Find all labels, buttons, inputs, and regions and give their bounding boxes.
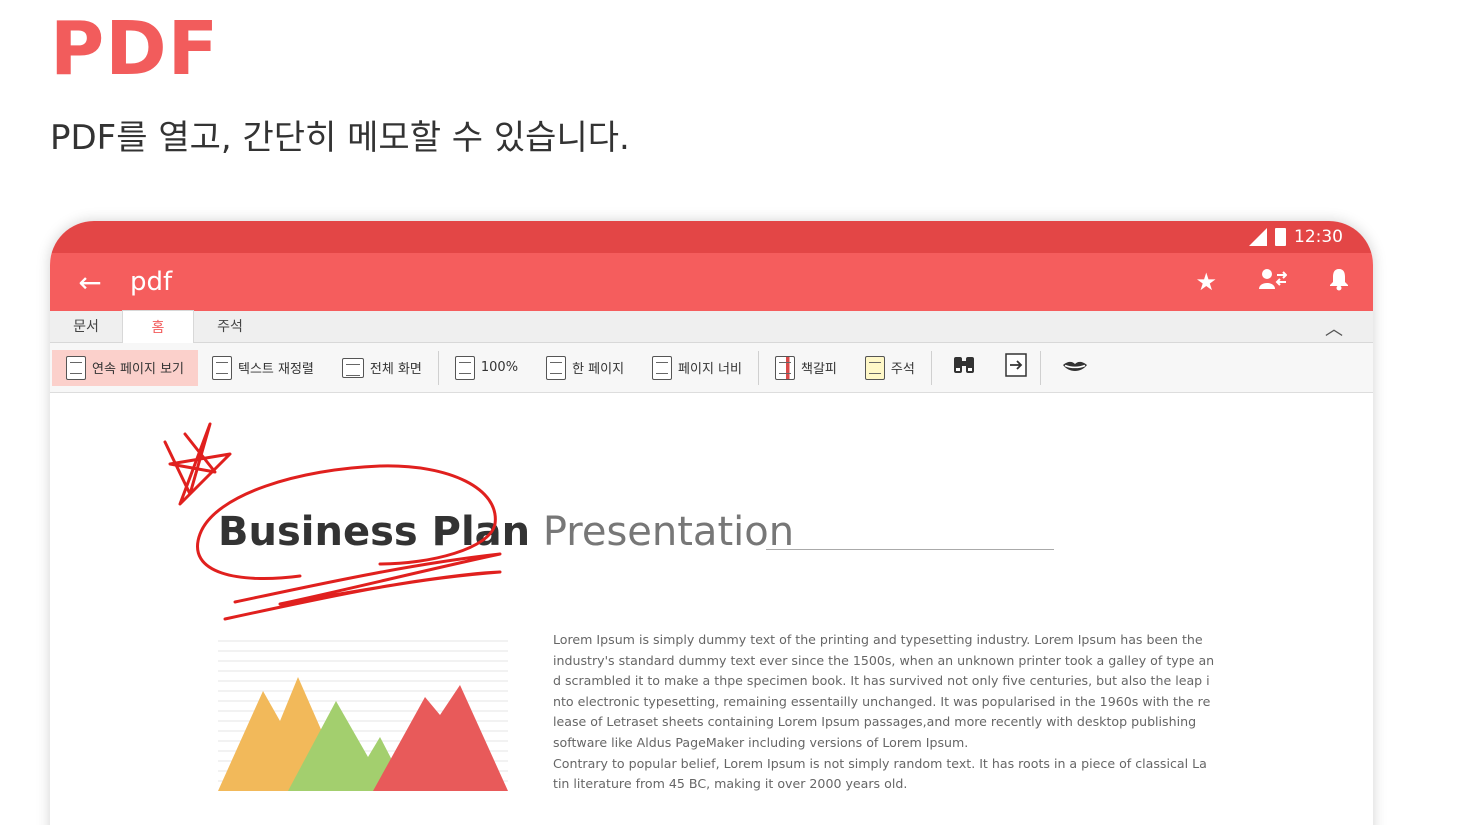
body-line: Lorem Ipsum is simply dummy text of the … <box>553 632 1203 647</box>
annotation-label: 주석 <box>890 362 915 377</box>
hero-subtitle: PDF를 열고, 간단히 메모할 수 있습니다. <box>50 118 630 158</box>
bookmark-label: 책갈피 <box>800 362 837 377</box>
page-width-button[interactable]: 페이지 너비 <box>638 350 756 386</box>
body-line: d scrambled it to make a thpe specimen b… <box>553 673 1210 689</box>
tab-document[interactable]: 문서 <box>50 310 122 342</box>
continuous-page-label: 연속 페이지 보기 <box>92 362 184 377</box>
ink-underline <box>223 552 502 621</box>
heading-rule <box>766 549 1054 550</box>
reflow-icon <box>212 355 232 380</box>
ink-star <box>163 422 232 506</box>
page-width-label: 페이지 너비 <box>678 362 742 377</box>
full-screen-button[interactable]: 전체 화면 <box>328 350 436 386</box>
arrow-left-icon: ← <box>78 265 102 299</box>
toolbar-divider <box>437 350 439 385</box>
zoom-page-icon <box>454 355 475 380</box>
zoom-100-label: 100% <box>480 360 519 375</box>
hero-title: PDF <box>50 6 220 92</box>
tablet-frame: 12:30 ← pdf ★ 문서 홈 주석 ︿ 연속 페이지 보기 텍스트 재정 <box>50 221 1373 825</box>
heading-bold: Business Plan <box>218 509 531 555</box>
chevron-up-icon[interactable]: ︿ <box>1325 315 1343 341</box>
bell-icon[interactable] <box>1329 267 1349 297</box>
page-icon <box>66 355 86 380</box>
export-icon[interactable] <box>994 352 1038 383</box>
bookmark-icon <box>774 355 795 380</box>
body-line: industry's standard dummy text ever sinc… <box>553 652 1215 668</box>
lips-icon[interactable] <box>1043 356 1107 380</box>
single-page-button[interactable]: 한 페이지 <box>532 350 638 386</box>
reflow-text-button[interactable]: 텍스트 재정렬 <box>198 350 328 386</box>
body-line: nto electronic typesetting, remaining es… <box>553 693 1211 709</box>
document-title: pdf <box>130 267 173 297</box>
toolbar-divider <box>930 350 932 385</box>
fullscreen-icon <box>341 357 364 378</box>
binoculars-icon[interactable] <box>934 353 994 382</box>
document-body: Lorem Ipsum is simply dummy text of the … <box>553 630 1215 795</box>
body-line: lease of Letraset sheets containing Lore… <box>553 714 1197 730</box>
document-page[interactable]: Business Plan Presentation Lorem Ipsum i… <box>50 394 1373 825</box>
tab-home[interactable]: 홈 <box>122 310 194 343</box>
tab-annotation[interactable]: 주석 <box>194 310 266 342</box>
app-bar-actions: ★ <box>1195 253 1349 311</box>
status-bar: 12:30 <box>50 221 1373 253</box>
star-icon[interactable]: ★ <box>1195 268 1217 296</box>
document-heading: Business Plan Presentation <box>218 509 794 555</box>
page-width-icon <box>652 355 673 380</box>
app-bar: ← pdf ★ <box>50 253 1373 311</box>
back-button[interactable]: ← <box>50 266 130 299</box>
ribbon-toolbar: 연속 페이지 보기 텍스트 재정렬 전체 화면 100% 한 페이지 페이지 너… <box>50 343 1373 393</box>
body-line: software like Aldus PageMaker including … <box>553 734 969 750</box>
signal-icon <box>1249 228 1267 246</box>
toolbar-divider <box>757 350 759 385</box>
single-page-label: 한 페이지 <box>572 362 625 377</box>
single-page-icon <box>546 355 567 380</box>
reflow-text-label: 텍스트 재정렬 <box>238 362 314 377</box>
toolbar-divider <box>1039 350 1041 385</box>
annotation-icon <box>864 355 885 380</box>
battery-icon <box>1275 228 1286 246</box>
heading-light: Presentation <box>530 509 795 555</box>
body-line: Contrary to popular belief, Lorem Ipsum … <box>553 755 1207 771</box>
body-line: tin literature from 45 BC, making it ove… <box>553 776 908 792</box>
bookmark-button[interactable]: 책갈피 <box>761 350 851 386</box>
full-screen-label: 전체 화면 <box>369 362 422 377</box>
zoom-100-button[interactable]: 100% <box>441 350 532 386</box>
continuous-page-button[interactable]: 연속 페이지 보기 <box>52 349 198 386</box>
annotation-button[interactable]: 주석 <box>851 350 929 386</box>
status-time: 12:30 <box>1294 227 1343 247</box>
person-swap-icon[interactable] <box>1259 267 1288 297</box>
ribbon-tabs: 문서 홈 주석 ︿ <box>50 310 1373 343</box>
mountain-illustration <box>218 640 508 791</box>
